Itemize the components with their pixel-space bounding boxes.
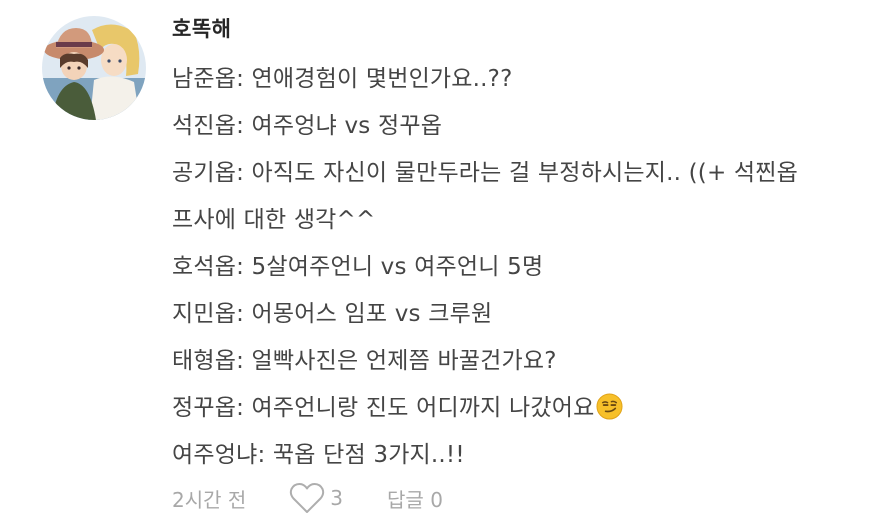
like-button[interactable]: 3 (288, 481, 343, 515)
comment-line: 지민옵: 어몽어스 임포 vs 크루원 (172, 301, 493, 327)
heart-outline-icon (290, 483, 325, 513)
reply-button[interactable]: 답글 0 (387, 484, 443, 513)
comment-content: 호똑해 남준옵: 연애경험이 몇번인가요..?? 석진옵: 여주엉냐 vs 정꾸… (172, 10, 862, 479)
comment-line: 공기옵: 아직도 자신이 물만두라는 걸 부정하시는지.. ((+ 석찐옵 (172, 160, 799, 186)
smirking-face-emoji-icon (596, 393, 624, 420)
comment-body: 남준옵: 연애경험이 몇번인가요..?? 석진옵: 여주엉냐 vs 정꾸옵 공기… (172, 56, 862, 479)
like-count: 3 (330, 486, 344, 510)
comment-timestamp: 2시간 전 (172, 487, 247, 512)
comment-author[interactable]: 호똑해 (172, 10, 862, 48)
comment-card: 호똑해 남준옵: 연애경험이 몇번인가요..?? 석진옵: 여주엉냐 vs 정꾸… (0, 0, 876, 532)
comment-line: 호석옵: 5살여주언니 vs 여주언니 5명 (172, 254, 544, 280)
comment-line-text: 정꾸옵: 여주언니랑 진도 어디까지 나갔어요 (172, 395, 595, 421)
comment-line: 석진옵: 여주엉냐 vs 정꾸옵 (172, 113, 443, 139)
comment-line: 프사에 대한 생각^^ (172, 207, 376, 233)
comment-line: 남준옵: 연애경험이 몇번인가요..?? (172, 66, 513, 92)
comment-line: 여주엉냐: 꾹옵 단점 3가지..!! (172, 442, 465, 468)
comment-line-with-emoji: 정꾸옵: 여주언니랑 진도 어디까지 나갔어요 (172, 385, 862, 432)
avatar[interactable] (42, 16, 146, 120)
comment-footer: 2시간 전 3 답글 0 (172, 478, 443, 518)
anime-couple-avatar-icon (42, 16, 146, 120)
comment-line: 태형옵: 얼빡사진은 언제쯤 바꿀건가요? (172, 348, 557, 374)
